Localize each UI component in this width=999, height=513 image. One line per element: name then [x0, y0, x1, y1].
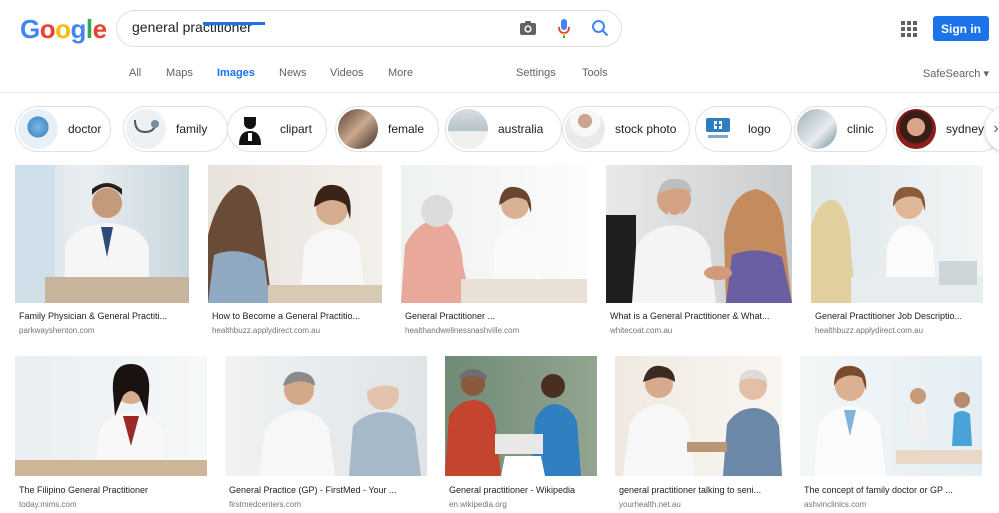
image-result[interactable]: Family Physician & General Practiti... p…: [15, 165, 190, 340]
result-title[interactable]: General Practitioner Job Descriptio...: [815, 311, 981, 321]
active-tab-indicator: [203, 22, 265, 25]
result-source: en.wikipedia.org: [449, 500, 507, 509]
stethoscope-thumb: [126, 109, 166, 149]
image-result[interactable]: The Filipino General Practitioner today.…: [15, 356, 207, 513]
image-result[interactable]: General Practice (GP) - FirstMed - Your …: [225, 356, 427, 513]
sydney-thumb: [896, 109, 936, 149]
google-logo[interactable]: Google: [20, 14, 107, 45]
clipart-thumb: [230, 109, 270, 149]
chip-label: logo: [748, 122, 771, 136]
result-thumbnail: [401, 165, 587, 303]
result-thumbnail: [800, 356, 982, 476]
image-result[interactable]: General practitioner - Wikipedia en.wiki…: [445, 356, 598, 513]
female-thumb: [338, 109, 378, 149]
stock-photo-thumb: [565, 109, 605, 149]
chip-clipart[interactable]: clipart: [227, 106, 327, 152]
search-input[interactable]: [132, 19, 512, 35]
chip-family[interactable]: family: [123, 106, 228, 152]
image-result[interactable]: General Practitioner Job Descriptio... h…: [811, 165, 985, 340]
tab-maps[interactable]: Maps: [166, 67, 193, 79]
chip-label: female: [388, 122, 425, 136]
result-thumbnail: [811, 165, 983, 303]
chip-label: family: [176, 122, 208, 136]
result-title[interactable]: How to Become a General Practitio...: [212, 311, 380, 321]
camera-icon[interactable]: [517, 17, 539, 39]
logo-thumb: [698, 109, 738, 149]
result-source: today.mims.com: [19, 500, 77, 509]
tab-news[interactable]: News: [279, 67, 307, 79]
chip-label: clipart: [280, 122, 313, 136]
search-tabs: All Maps Images News Videos More Setting…: [0, 67, 999, 93]
chip-sydney[interactable]: sydney: [893, 106, 999, 152]
tab-videos[interactable]: Videos: [330, 67, 363, 79]
related-searches-chips: doctor family clipart female australia s…: [15, 106, 999, 152]
result-source: yourhealth.net.au: [619, 500, 681, 509]
result-source: whitecoat.com.au: [610, 326, 673, 335]
chip-australia[interactable]: australia: [445, 106, 562, 152]
result-source: healthbuzz.applydirect.com.au: [212, 326, 321, 335]
result-source: healthandwellnessnashville.com: [405, 326, 520, 335]
result-source: parkwayshenton.com: [19, 326, 95, 335]
result-thumbnail: [15, 165, 189, 303]
chip-female[interactable]: female: [335, 106, 439, 152]
result-title[interactable]: general practitioner talking to seni...: [619, 485, 781, 495]
logo-letter: o: [55, 14, 71, 44]
apps-grid-icon[interactable]: [901, 21, 917, 37]
logo-letter: g: [70, 14, 87, 44]
result-thumbnail: [606, 165, 792, 303]
search-icons: [517, 17, 611, 39]
tab-more[interactable]: More: [388, 67, 413, 79]
image-result[interactable]: The concept of family doctor or GP ... a…: [800, 356, 984, 513]
logo-letter: l: [85, 14, 93, 44]
header-divider: [0, 92, 999, 93]
result-thumbnail: [445, 356, 597, 476]
settings-link[interactable]: Settings: [516, 67, 556, 79]
result-title[interactable]: The concept of family doctor or GP ...: [804, 485, 982, 495]
microphone-icon[interactable]: [553, 17, 575, 39]
chip-doctor[interactable]: doctor: [15, 106, 111, 152]
clinic-thumb: [797, 109, 837, 149]
chip-label: stock photo: [615, 122, 677, 136]
result-thumbnail: [208, 165, 382, 303]
result-title[interactable]: The Filipino General Practitioner: [19, 485, 205, 495]
doctor-thumb: [18, 109, 58, 149]
chip-label: clinic: [847, 122, 874, 136]
dropdown-arrow-icon: ▾: [983, 68, 989, 80]
chip-clinic[interactable]: clinic: [794, 106, 887, 152]
result-title[interactable]: General practitioner - Wikipedia: [449, 485, 597, 495]
search-box: [116, 10, 622, 47]
chevron-right-icon: ›: [993, 120, 999, 137]
image-result[interactable]: How to Become a General Practitio... hea…: [208, 165, 383, 340]
result-thumbnail: [225, 356, 427, 476]
logo-letter: G: [20, 14, 40, 44]
image-result[interactable]: What is a General Practitioner & What...…: [606, 165, 794, 340]
result-title[interactable]: General Practitioner ...: [405, 311, 585, 321]
result-title[interactable]: General Practice (GP) - FirstMed - Your …: [229, 485, 425, 495]
safesearch-menu[interactable]: SafeSearch ▾: [923, 67, 989, 80]
logo-letter: e: [92, 14, 107, 44]
result-thumbnail: [15, 356, 207, 476]
result-source: firstmedcenters.com: [229, 500, 302, 509]
chip-stock-photo[interactable]: stock photo: [562, 106, 690, 152]
result-title[interactable]: Family Physician & General Practiti...: [19, 311, 187, 321]
result-thumbnail: [615, 356, 782, 476]
sign-in-button[interactable]: Sign in: [933, 16, 989, 41]
result-source: healthbuzz.applydirect.com.au: [815, 326, 924, 335]
australia-thumb: [448, 109, 488, 149]
tab-images[interactable]: Images: [217, 67, 255, 79]
result-source: ashvinclinics.com: [804, 500, 867, 509]
chip-label: doctor: [68, 122, 102, 136]
image-result[interactable]: general practitioner talking to seni... …: [615, 356, 783, 513]
image-result[interactable]: General Practitioner ... healthandwellne…: [401, 165, 589, 340]
chip-label: australia: [498, 122, 544, 136]
safesearch-label: SafeSearch: [922, 68, 981, 80]
logo-letter: o: [39, 14, 56, 44]
tools-link[interactable]: Tools: [582, 67, 608, 79]
result-title[interactable]: What is a General Practitioner & What...: [610, 311, 790, 321]
tab-all[interactable]: All: [129, 67, 141, 79]
chip-logo[interactable]: logo: [695, 106, 792, 152]
search-icon[interactable]: [589, 17, 611, 39]
